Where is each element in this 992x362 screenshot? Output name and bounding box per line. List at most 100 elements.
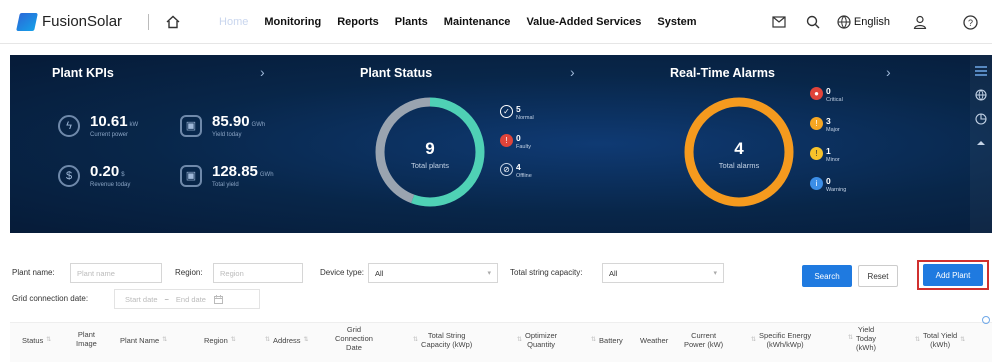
- column-grid-connection-date[interactable]: Grid Connection Date: [335, 325, 373, 352]
- critical-label: Critical: [826, 97, 843, 103]
- column-address[interactable]: ⇅ Address ⇅: [262, 336, 312, 345]
- capacity-value: All: [609, 268, 618, 278]
- legend-faulty: ! 0 Faulty: [500, 134, 531, 151]
- legend-warning: i 0 Warning: [810, 177, 846, 194]
- total-yield-value: 128.85: [212, 163, 258, 180]
- column-specific-energy[interactable]: ⇅ Specific Energy (kWh/kWp): [748, 331, 811, 349]
- column-region[interactable]: Region ⇅: [204, 336, 239, 345]
- list-view-icon[interactable]: [974, 64, 988, 78]
- plant-status-title[interactable]: Plant Status: [360, 66, 432, 80]
- kpi-total-yield: ▣ 128.85 GWh Total yield: [180, 163, 274, 188]
- alarms-donut: 4 Total alarms: [684, 97, 794, 207]
- nav-home[interactable]: Home: [219, 16, 248, 28]
- major-alarm-icon: !: [810, 117, 823, 130]
- legend-normal: ✓ 5 Normal: [500, 105, 534, 122]
- plant-name-input[interactable]: Plant name: [70, 263, 162, 283]
- minor-label: Minor: [826, 157, 840, 163]
- lightning-icon: ϟ: [58, 114, 80, 137]
- nav-value-added-services[interactable]: Value-Added Services: [526, 16, 641, 28]
- offline-label: Offline: [516, 173, 532, 179]
- collapse-up-icon[interactable]: [974, 136, 988, 150]
- total-alarms-value: 4: [734, 139, 744, 158]
- critical-alarm-icon: ●: [810, 87, 823, 100]
- fusionsolar-page: FusionSolar Home Monitoring Reports Plan…: [0, 0, 992, 362]
- plant-status-chevron-icon[interactable]: ›: [570, 64, 575, 80]
- faulty-count: 0: [516, 133, 521, 143]
- offline-count: 4: [516, 162, 521, 172]
- critical-count: 0: [826, 86, 831, 96]
- settings-dot-icon[interactable]: [982, 316, 990, 324]
- total-plants-label: Total plants: [411, 161, 449, 170]
- sort-icon: ⇅: [915, 336, 921, 343]
- app-logo[interactable]: FusionSolar: [16, 12, 122, 31]
- nav-monitoring[interactable]: Monitoring: [264, 16, 321, 28]
- help-icon[interactable]: ?: [956, 8, 984, 36]
- column-weather[interactable]: Weather: [640, 336, 668, 345]
- column-battery[interactable]: ⇅ Battery: [588, 336, 623, 345]
- kpi-yield-today: ▣ 85.90 GWh Yield today: [180, 113, 265, 138]
- column-plant-name[interactable]: Plant Name ⇅: [120, 336, 170, 345]
- device-type-label: Device type:: [320, 268, 365, 277]
- legend-offline: ⊘ 4 Offline: [500, 163, 532, 180]
- kpi-current-power: ϟ 10.61 kW Current power: [58, 113, 138, 138]
- legend-critical: ● 0 Critical: [810, 87, 843, 104]
- revenue-today-unit: $: [121, 172, 125, 178]
- total-yield-icon: ▣: [180, 164, 202, 187]
- reset-button[interactable]: Reset: [858, 265, 898, 287]
- search-icon[interactable]: [799, 8, 827, 36]
- column-plant-image[interactable]: Plant Image: [76, 330, 97, 348]
- legend-minor: ! 1 Minor: [810, 147, 840, 164]
- revenue-today-label: Revenue today: [90, 182, 131, 188]
- grid-connection-date-range[interactable]: Start date ~ End date: [114, 289, 260, 309]
- language-switcher[interactable]: English: [837, 15, 890, 29]
- revenue-icon: $: [58, 164, 80, 187]
- check-circle-icon: ✓: [500, 105, 513, 118]
- sort-icon: ⇅: [46, 337, 52, 343]
- total-string-capacity-select[interactable]: All ▾: [602, 263, 724, 283]
- top-navigation-bar: FusionSolar Home Monitoring Reports Plan…: [0, 0, 992, 44]
- sort-icon: ⇅: [517, 336, 523, 343]
- warning-label: Warning: [826, 187, 847, 193]
- region-label: Region:: [175, 268, 203, 277]
- region-input[interactable]: Region: [213, 263, 303, 283]
- calendar-icon: [213, 294, 223, 304]
- column-total-string-capacity[interactable]: ⇅ Total String Capacity (kWp): [410, 331, 472, 349]
- major-count: 3: [826, 116, 831, 126]
- nav-plants[interactable]: Plants: [395, 16, 428, 28]
- real-time-alarms-title[interactable]: Real-Time Alarms: [670, 66, 775, 80]
- real-time-alarms-chevron-icon[interactable]: ›: [886, 64, 891, 80]
- dashboard-banner: Plant KPIs › ϟ 10.61 kW Current power ▣ 8…: [10, 55, 992, 233]
- add-plant-button[interactable]: Add Plant: [923, 264, 983, 286]
- globe-icon: [837, 15, 851, 29]
- nav-maintenance[interactable]: Maintenance: [444, 16, 511, 28]
- globe-map-icon[interactable]: [974, 88, 988, 102]
- pie-chart-icon[interactable]: [974, 112, 988, 126]
- column-optimizer-quantity[interactable]: ⇅ Optimizer Quantity: [514, 331, 557, 349]
- plant-name-label: Plant name:: [12, 268, 55, 277]
- column-yield-today[interactable]: ⇅ Yield Today (kWh): [845, 325, 876, 352]
- chevron-down-icon: ▾: [487, 270, 491, 277]
- column-current-power[interactable]: Current Power (kW): [684, 331, 723, 349]
- mail-icon[interactable]: [765, 8, 793, 36]
- dashboard-side-toolbar: [970, 55, 992, 233]
- search-button[interactable]: Search: [802, 265, 852, 287]
- column-status[interactable]: Status ⇅: [22, 336, 54, 345]
- normal-count: 5: [516, 104, 521, 114]
- nav-reports[interactable]: Reports: [337, 16, 379, 28]
- plant-kpis-chevron-icon[interactable]: ›: [260, 64, 265, 80]
- yield-meter-icon: ▣: [180, 114, 202, 137]
- warning-info-icon: i: [810, 177, 823, 190]
- main-nav: Home Monitoring Reports Plants Maintenan…: [219, 16, 712, 28]
- column-total-yield[interactable]: ⇅ Total Yield (kWh) ⇅: [912, 331, 968, 349]
- minor-count: 1: [826, 146, 831, 156]
- warning-count: 0: [826, 176, 831, 186]
- yield-today-value: 85.90: [212, 113, 250, 130]
- total-plants-value: 9: [425, 139, 434, 158]
- offline-icon: ⊘: [500, 163, 513, 176]
- device-type-select[interactable]: All ▾: [368, 263, 498, 283]
- user-icon[interactable]: [906, 8, 934, 36]
- plant-kpis-title[interactable]: Plant KPIs: [52, 66, 114, 80]
- current-power-value: 10.61: [90, 113, 128, 130]
- home-icon[interactable]: [163, 12, 183, 32]
- nav-system[interactable]: System: [657, 16, 696, 28]
